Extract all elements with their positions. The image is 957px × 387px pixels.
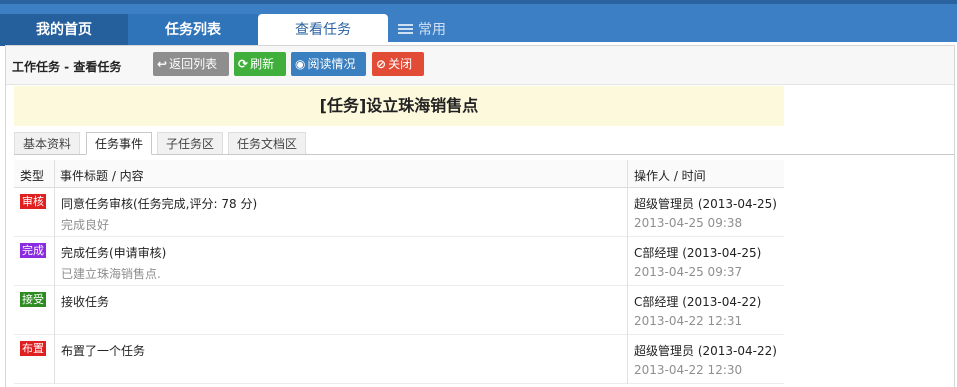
type-badge: 审核	[20, 194, 46, 209]
column-divider	[54, 160, 55, 384]
tab-view-task[interactable]: 查看任务	[258, 14, 388, 46]
menu-icon	[398, 24, 413, 34]
top-navigation: 我的首页 任务列表 查看任务 常用	[0, 0, 957, 46]
tab-common[interactable]: 常用	[398, 14, 468, 46]
toolbar: 工作任务 - 查看任务 ↩ 返回列表 ⟳ 刷新 ◉ 阅读情况 ⊘ 关闭	[6, 46, 954, 85]
event-operator: 超级管理员 (2013-04-22)	[634, 344, 777, 358]
refresh-label: 刷新	[250, 57, 275, 71]
header-title: 事件标题 / 内容	[60, 169, 144, 183]
type-badge: 完成	[20, 243, 46, 258]
event-content: 完成良好	[61, 218, 110, 232]
column-divider	[627, 160, 628, 384]
content-panel: 工作任务 - 查看任务 ↩ 返回列表 ⟳ 刷新 ◉ 阅读情况 ⊘ 关闭 [任务]设立珠海…	[5, 45, 955, 387]
page-title: 工作任务 - 查看任务	[12, 60, 122, 74]
event-content: 已建立珠海销售点.	[61, 267, 161, 281]
subtab-task-docs[interactable]: 任务文档区	[228, 132, 307, 154]
subtab-bar: 基本资料 任务事件 子任务区 任务文档区	[14, 132, 954, 155]
back-label: 返回列表	[169, 57, 218, 71]
ban-icon: ⊘	[376, 57, 387, 71]
event-title: 完成任务(申请审核)	[61, 246, 167, 260]
table-row: 审核 同意任务审核(任务完成,评分: 78 分) 完成良好 超级管理员 (201…	[14, 188, 784, 237]
header-operator: 操作人 / 时间	[634, 169, 706, 183]
refresh-icon: ⟳	[238, 57, 249, 71]
subtab-subtasks[interactable]: 子任务区	[157, 132, 224, 154]
type-badge: 布置	[20, 341, 46, 356]
read-label: 阅读情况	[307, 57, 356, 71]
tab-home[interactable]: 我的首页	[0, 14, 128, 46]
event-title: 接收任务	[61, 295, 110, 309]
subtab-task-events[interactable]: 任务事件	[86, 132, 153, 155]
event-operator: C部经理 (2013-04-22)	[634, 295, 762, 309]
header-type: 类型	[20, 169, 45, 183]
event-time: 2013-04-22 12:30	[634, 363, 743, 377]
table-row: 完成 完成任务(申请审核) 已建立珠海销售点. C部经理 (2013-04-25…	[14, 237, 784, 286]
task-headline: [任务]设立珠海销售点	[14, 86, 784, 126]
event-title: 布置了一个任务	[61, 344, 146, 358]
close-button[interactable]: ⊘ 关闭	[372, 52, 424, 76]
tab-task-list[interactable]: 任务列表	[128, 14, 258, 46]
table-row: 布置 布置了一个任务 超级管理员 (2013-04-22) 2013-04-22…	[14, 335, 784, 384]
read-status-button[interactable]: ◉ 阅读情况	[291, 52, 366, 76]
table-header: 类型 事件标题 / 内容 操作人 / 时间	[14, 160, 784, 188]
back-to-list-button[interactable]: ↩ 返回列表	[153, 52, 229, 76]
subtab-basic-info[interactable]: 基本资料	[14, 132, 81, 154]
event-operator: 超级管理员 (2013-04-25)	[634, 197, 777, 211]
type-badge: 接受	[20, 292, 46, 307]
close-label: 关闭	[388, 57, 413, 71]
event-operator: C部经理 (2013-04-25)	[634, 246, 762, 260]
table-row: 接受 接收任务 C部经理 (2013-04-22) 2013-04-22 12:…	[14, 286, 784, 335]
back-arrow-icon: ↩	[157, 57, 168, 71]
event-time: 2013-04-22 12:31	[634, 314, 743, 328]
event-time: 2013-04-25 09:37	[634, 265, 743, 279]
tab-common-label: 常用	[418, 22, 446, 38]
refresh-button[interactable]: ⟳ 刷新	[234, 52, 286, 76]
event-time: 2013-04-25 09:38	[634, 216, 743, 230]
events-table: 类型 事件标题 / 内容 操作人 / 时间 审核 同意任务审核(任务完成,评分:…	[14, 160, 784, 384]
event-title: 同意任务审核(任务完成,评分: 78 分)	[61, 197, 258, 211]
eye-icon: ◉	[295, 57, 306, 71]
